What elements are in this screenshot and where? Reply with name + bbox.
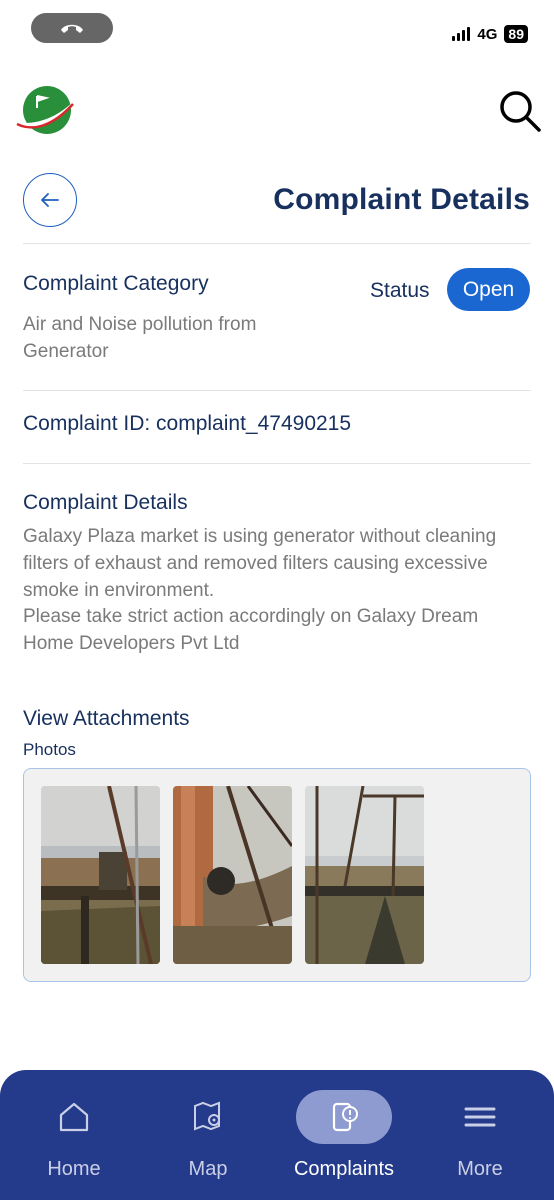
nav-complaints[interactable]: Complaints <box>289 1090 399 1190</box>
divider <box>23 390 531 391</box>
complaints-icon <box>296 1090 392 1144</box>
battery-level: 89 <box>504 25 528 43</box>
complaint-details-text: Galaxy Plaza market is using generator w… <box>23 526 497 601</box>
status-label: Status <box>370 279 430 302</box>
photos-container <box>23 768 531 982</box>
view-attachments-label: View Attachments <box>23 707 190 730</box>
status-badge: Open <box>447 268 530 311</box>
divider <box>23 243 531 244</box>
complaint-id: Complaint ID: complaint_47490215 <box>23 412 352 435</box>
map-icon <box>160 1090 256 1144</box>
complaint-category-value: Air and Noise pollution from Generator <box>23 314 257 362</box>
home-icon <box>26 1090 122 1144</box>
nav-label: Complaints <box>293 1158 395 1180</box>
nav-label: Map <box>188 1158 228 1180</box>
page-title: Complaint Details <box>273 183 530 216</box>
nav-home[interactable]: Home <box>19 1090 129 1190</box>
photo-thumbnail[interactable] <box>41 786 160 964</box>
divider <box>23 463 531 464</box>
signal-icon <box>452 27 471 41</box>
network-type: 4G <box>477 25 498 43</box>
nav-map[interactable]: Map <box>153 1090 263 1190</box>
complaint-details-label: Complaint Details <box>23 491 188 514</box>
complaint-details-text-2: Please take strict action accordingly on… <box>23 606 479 654</box>
photos-label: Photos <box>23 740 76 759</box>
photo-thumbnail[interactable] <box>173 786 292 964</box>
arrow-left-icon <box>41 193 59 207</box>
phone-icon <box>61 24 83 33</box>
active-call-pill[interactable] <box>31 13 113 43</box>
complaint-category-label: Complaint Category <box>23 272 209 295</box>
back-button[interactable] <box>23 173 77 227</box>
search-icon[interactable] <box>497 88 543 134</box>
app-logo <box>13 82 77 138</box>
photo-thumbnail[interactable] <box>305 786 424 964</box>
menu-icon <box>432 1090 528 1144</box>
nav-label: Home <box>47 1158 101 1180</box>
status-bar-indicators: 4G 89 <box>452 23 528 45</box>
bottom-navigation: Home Map Complaints More <box>0 1070 554 1200</box>
nav-label: More <box>457 1158 503 1180</box>
nav-more[interactable]: More <box>425 1090 535 1190</box>
